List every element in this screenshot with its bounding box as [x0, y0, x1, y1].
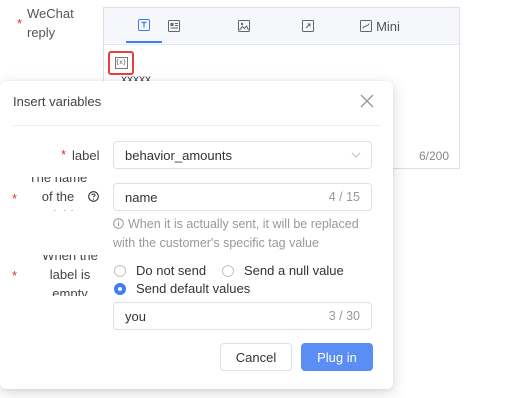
required-asterisk: * [12, 268, 18, 283]
radio-send-null-value-label: Send a null value [244, 263, 344, 278]
wechat-reply-label-line1: WeChat [27, 6, 74, 21]
editor-tabs: Mini [104, 8, 459, 45]
empty-label-line1: When the [42, 255, 98, 263]
variable-name-value: name [125, 190, 158, 205]
image-text-icon [168, 20, 180, 32]
tab-mini-label: Mini [376, 18, 400, 34]
radio-circle [222, 264, 234, 277]
tab-image-text[interactable] [156, 8, 192, 44]
required-asterisk: * [12, 191, 18, 206]
default-value: you [125, 309, 146, 324]
variable-name-count: 4 / 15 [328, 190, 360, 204]
radio-send-null-value[interactable]: Send a null value [222, 263, 344, 278]
miniprogram-icon [360, 20, 373, 32]
text-icon [138, 18, 150, 31]
replacement-hint-text: When it is actually sent, it will be rep… [113, 217, 359, 250]
required-asterisk: * [61, 147, 67, 162]
cancel-button[interactable]: Cancel [220, 343, 292, 371]
tab-link[interactable] [290, 8, 326, 44]
replacement-hint: When it is actually sent, it will be rep… [113, 215, 378, 253]
info-icon [113, 218, 124, 229]
empty-label-label: When the label is empty [30, 255, 110, 296]
close-icon[interactable] [359, 93, 375, 109]
empty-label-line3: empty [52, 286, 88, 296]
default-value-input[interactable]: you 3 / 30 [113, 302, 372, 330]
radio-do-not-send[interactable]: Do not send [114, 263, 206, 278]
chevron-down-icon [351, 152, 361, 158]
editor-char-count: 6/200 [418, 149, 449, 163]
image-icon [238, 20, 250, 32]
radio-do-not-send-label: Do not send [136, 263, 207, 278]
variable-name-label-line1: The name [28, 177, 88, 185]
dialog-divider [12, 125, 381, 126]
radio-send-default-values-label: Send default values [136, 281, 251, 296]
dialog-title: Insert variables [13, 94, 102, 109]
plug-in-button[interactable]: Plug in [301, 343, 373, 371]
tab-mini-program[interactable]: Mini [354, 8, 406, 44]
insert-variables-dialog: Insert variables * label behavior_amount… [0, 81, 393, 389]
tab-image[interactable] [226, 8, 262, 44]
required-asterisk: * [17, 16, 23, 31]
radio-circle [114, 264, 126, 277]
variable-name-label-line3: variable [24, 206, 92, 211]
variable-icon: {x} [114, 57, 128, 69]
variable-name-input[interactable]: name 4 / 15 [113, 183, 372, 211]
default-value-count: 3 / 30 [328, 309, 360, 323]
wechat-reply-label-line2: reply [27, 25, 56, 40]
variable-name-label-line2: of the [41, 189, 75, 204]
radio-send-default-values[interactable]: Send default values [114, 281, 250, 296]
empty-label-line2: label is [49, 267, 91, 282]
label-field-label: label [72, 148, 100, 163]
radio-circle-checked [114, 282, 126, 295]
label-select[interactable]: behavior_amounts [113, 141, 372, 169]
variable-name-label: The name of the variable [24, 177, 92, 211]
label-select-value: behavior_amounts [125, 148, 232, 163]
link-icon [302, 20, 314, 32]
help-icon[interactable] [88, 191, 99, 202]
